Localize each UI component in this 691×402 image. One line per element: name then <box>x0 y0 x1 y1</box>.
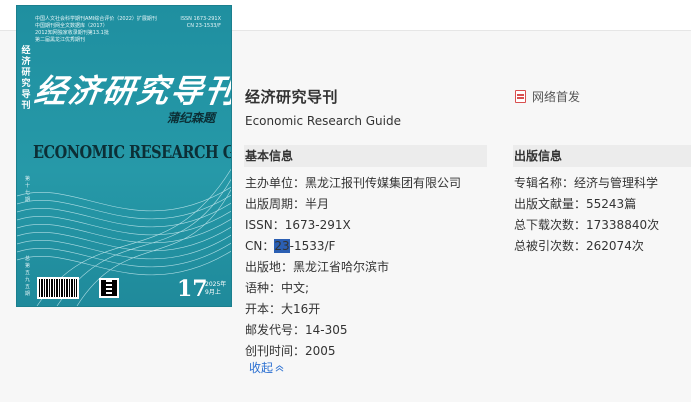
field-value: 262074次 <box>586 239 644 253</box>
basic-info-heading: 基本信息 <box>244 145 487 167</box>
document-icon <box>515 90 526 103</box>
field-citations: 总被引次数：262074次 <box>514 237 644 254</box>
field-value: 大16开 <box>281 302 321 316</box>
field-value: -1533/F <box>289 239 336 253</box>
field-value: 黑龙江省哈尔滨市 <box>293 260 390 274</box>
selected-text: 23 <box>274 239 290 253</box>
cover-cn-line: CN 23-1533/F <box>186 23 221 29</box>
field-value: 半月 <box>305 197 330 211</box>
journal-title: 经济研究导刊 <box>245 88 339 106</box>
cover-side-text: 经济研究导刊 <box>21 46 31 111</box>
cover-issn: ISSN 1673-291X CN 23-1533/F <box>180 16 221 30</box>
field-label: ISSN： <box>245 218 285 232</box>
field-value: 1673-291X <box>284 218 351 232</box>
qr-code <box>99 278 119 298</box>
collapse-button[interactable]: 收起 <box>249 359 284 376</box>
journal-en-title: Economic Research Guide <box>245 114 401 128</box>
cover-issn-line: ISSN 1673-291X <box>180 16 221 22</box>
field-label: CN： <box>245 239 275 253</box>
cover-total-issue-vertical: 总第五九五期 <box>24 256 30 297</box>
cover-issue-vertical: 第十七期 <box>24 176 30 203</box>
field-value: 14-305 <box>305 323 348 337</box>
cover-line: 中国期刊网全文数据库（2017） <box>35 23 108 29</box>
field-postal-code: 邮发代号：14-305 <box>245 321 348 338</box>
cover-line: 2012知网独家收录期刊第13.1批 <box>35 30 109 36</box>
first-pub-link[interactable]: 网络首发 <box>515 88 580 105</box>
field-frequency: 出版周期：半月 <box>245 195 329 212</box>
field-label: 总被引次数： <box>514 239 587 253</box>
cover-title: 经济研究导刊 <box>32 72 232 110</box>
field-cn: CN：23-1533/F <box>245 237 335 254</box>
field-value: 55243篇 <box>586 197 637 211</box>
cover-line: 第二届黑龙江优秀期刊 <box>35 37 86 43</box>
field-sponsor: 主办单位：黑龙江报刊传媒集团有限公司 <box>245 174 461 191</box>
cover-issue-date: 2025年 9月上 <box>205 281 226 297</box>
field-doc-count: 出版文献量：55243篇 <box>514 195 636 212</box>
journal-detail-page: 中国人文社会科学期刊AMI综合评价（2022）扩展期刊 中国期刊网全文数据库（2… <box>0 0 691 402</box>
field-label: 专辑名称： <box>514 176 575 190</box>
field-label: 出版地： <box>245 260 294 274</box>
cover-issue-year: 2025年 <box>205 281 227 288</box>
field-label: 出版文献量： <box>514 197 587 211</box>
cover-issue-month: 9月上 <box>205 289 221 296</box>
cover-top-lines: 中国人文社会科学期刊AMI综合评价（2022）扩展期刊 中国期刊网全文数据库（2… <box>35 16 185 44</box>
journal-cover-image: 中国人文社会科学期刊AMI综合评价（2022）扩展期刊 中国期刊网全文数据库（2… <box>16 5 232 307</box>
first-pub-label: 网络首发 <box>532 90 581 104</box>
field-founded: 创刊时间：2005 <box>245 342 336 359</box>
cover-issue-number: 17 <box>177 276 208 302</box>
cover-line: 中国人文社会科学期刊AMI综合评价（2022）扩展期刊 <box>35 16 157 22</box>
field-downloads: 总下载次数：17338840次 <box>514 216 659 233</box>
field-format: 开本：大16开 <box>245 300 320 317</box>
field-album: 专辑名称：经济与管理科学 <box>514 174 658 191</box>
field-label: 出版周期： <box>245 197 306 211</box>
field-label: 总下载次数： <box>514 218 587 232</box>
field-value: 中文; <box>281 281 310 295</box>
field-value: 17338840次 <box>586 218 660 232</box>
field-value: 2005 <box>305 344 336 358</box>
field-label: 主办单位： <box>245 176 306 190</box>
field-label: 语种： <box>245 281 282 295</box>
collapse-label: 收起 <box>249 361 274 375</box>
field-language: 语种：中文; <box>245 279 309 296</box>
field-label: 开本： <box>245 302 282 316</box>
field-value: 黑龙江报刊传媒集团有限公司 <box>305 176 462 190</box>
field-issn: ISSN：1673-291X <box>245 216 351 233</box>
barcode <box>37 277 79 299</box>
field-pub-place: 出版地：黑龙江省哈尔滨市 <box>245 258 389 275</box>
field-label: 邮发代号： <box>245 323 306 337</box>
cover-signature: 蒲纪森题 <box>167 111 216 125</box>
field-label: 创刊时间： <box>245 344 306 358</box>
chevron-up-icon <box>275 365 284 372</box>
pub-info-heading: 出版信息 <box>513 145 691 167</box>
field-value: 经济与管理科学 <box>574 176 659 190</box>
